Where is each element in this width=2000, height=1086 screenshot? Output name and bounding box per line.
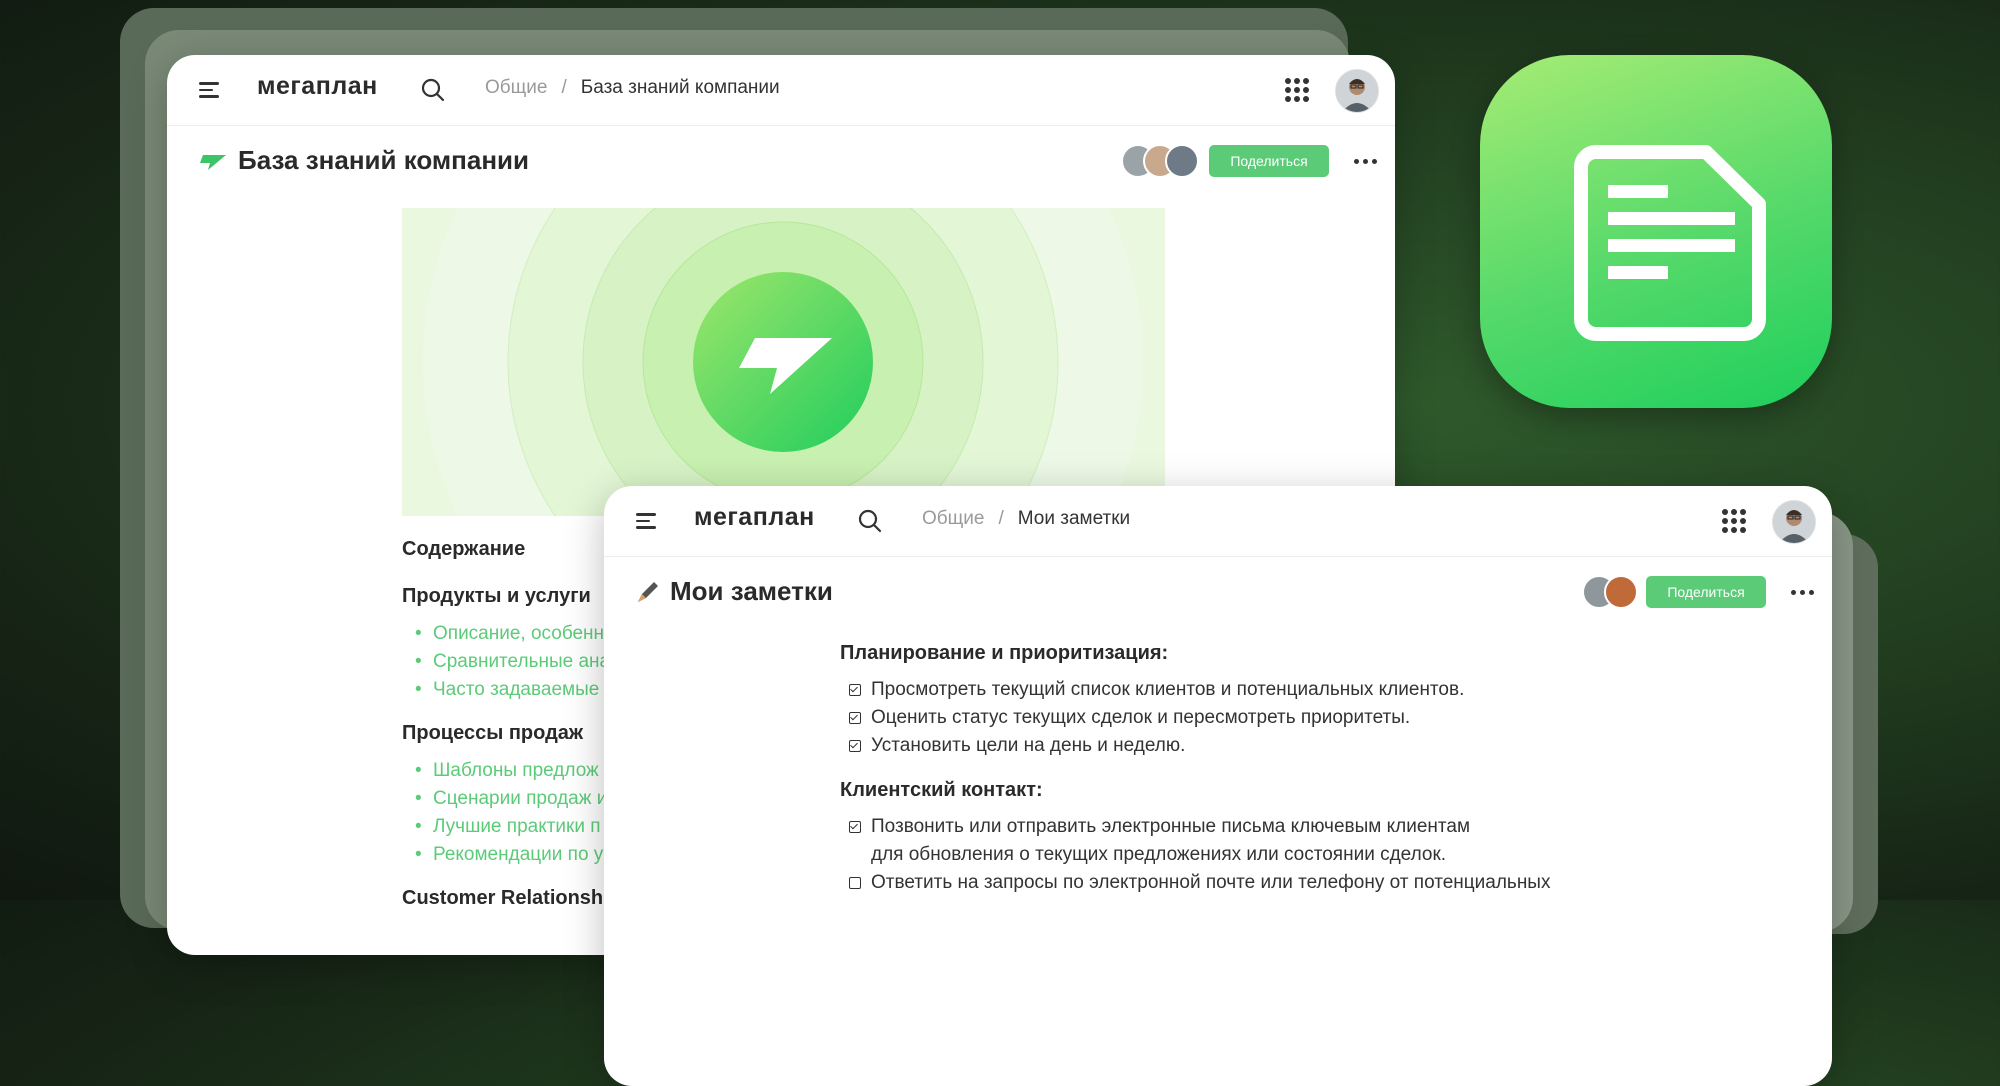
checkbox[interactable] (849, 740, 861, 752)
checklist-item[interactable]: Оценить статус текущих сделок и пересмот… (849, 704, 1410, 732)
toc-heading: Содержание (402, 538, 526, 560)
app-logo[interactable]: мегаплан (257, 72, 378, 101)
checklist-item[interactable]: Ответить на запросы по электронной почте… (849, 869, 1550, 897)
share-button[interactable]: Поделиться (1646, 576, 1766, 608)
apps-grid-icon[interactable] (1722, 509, 1746, 533)
top-bar: мегаплан Общие / База знаний компании (167, 55, 1395, 126)
section-title: Клиентский контакт: (840, 779, 1043, 801)
app-logo[interactable]: мегаплан (694, 503, 815, 532)
page-title: Мои заметки (670, 576, 833, 606)
menu-icon[interactable] (199, 82, 219, 98)
apps-grid-icon[interactable] (1285, 78, 1309, 102)
breadcrumb-separator: / (561, 77, 567, 98)
user-avatar[interactable] (1335, 69, 1379, 113)
page-header: Мои заметки Поделиться (604, 556, 1832, 628)
checkbox[interactable] (849, 712, 861, 724)
breadcrumb: Общие / Мои заметки (922, 508, 1130, 530)
collaborator-avatar[interactable] (1604, 575, 1638, 609)
search-icon[interactable] (421, 78, 445, 102)
checkbox[interactable] (849, 821, 861, 833)
hero-banner (402, 208, 1165, 516)
checklist-item[interactable]: Позвонить или отправить электронные пись… (849, 813, 1470, 869)
checkbox[interactable] (849, 684, 861, 696)
pen-icon (638, 582, 658, 602)
toc-link[interactable]: Описание, особенн (415, 623, 604, 645)
section-title: Продукты и услуги (402, 585, 591, 607)
more-icon[interactable] (1791, 590, 1814, 595)
breadcrumb: Общие / База знаний компании (485, 77, 780, 99)
checklist-item[interactable]: Просмотреть текущий список клиентов и по… (849, 676, 1464, 704)
toc-link[interactable]: Шаблоны предлож (415, 760, 599, 782)
toc-link[interactable]: Рекомендации по у (415, 844, 603, 866)
breadcrumb-root[interactable]: Общие (485, 77, 547, 98)
section-title: Customer Relationshi (402, 887, 609, 909)
page-title: База знаний компании (238, 145, 529, 175)
share-button[interactable]: Поделиться (1209, 145, 1329, 177)
toc-link[interactable]: Лучшие практики п (415, 816, 600, 838)
document-app-icon[interactable] (1480, 55, 1832, 408)
checkbox[interactable] (849, 877, 861, 889)
section-title: Процессы продаж (402, 722, 584, 744)
page-header: База знаний компании Поделиться (167, 125, 1395, 197)
notes-window: мегаплан Общие / Мои заметки Мои заметки П… (604, 486, 1832, 1086)
top-bar: мегаплан Общие / Мои заметки (604, 486, 1832, 557)
more-icon[interactable] (1354, 159, 1377, 164)
breadcrumb-separator: / (998, 508, 1004, 529)
search-icon[interactable] (858, 509, 882, 533)
toc-link[interactable]: Сценарии продаж и (415, 788, 607, 810)
collaborator-avatar[interactable] (1165, 144, 1199, 178)
checklist-item[interactable]: Установить цели на день и неделю. (849, 732, 1185, 760)
breadcrumb-current: Мои заметки (1017, 508, 1131, 529)
paper-plane-icon (200, 155, 226, 170)
toc-link[interactable]: Часто задаваемые (415, 679, 599, 701)
user-avatar[interactable] (1772, 500, 1816, 544)
section-title: Планирование и приоритизация: (840, 642, 1169, 664)
menu-icon[interactable] (636, 513, 656, 529)
document-icon (1574, 145, 1766, 341)
toc-link[interactable]: Сравнительные ана (415, 651, 610, 673)
breadcrumb-current: База знаний компании (580, 77, 780, 98)
breadcrumb-root[interactable]: Общие (922, 508, 984, 529)
